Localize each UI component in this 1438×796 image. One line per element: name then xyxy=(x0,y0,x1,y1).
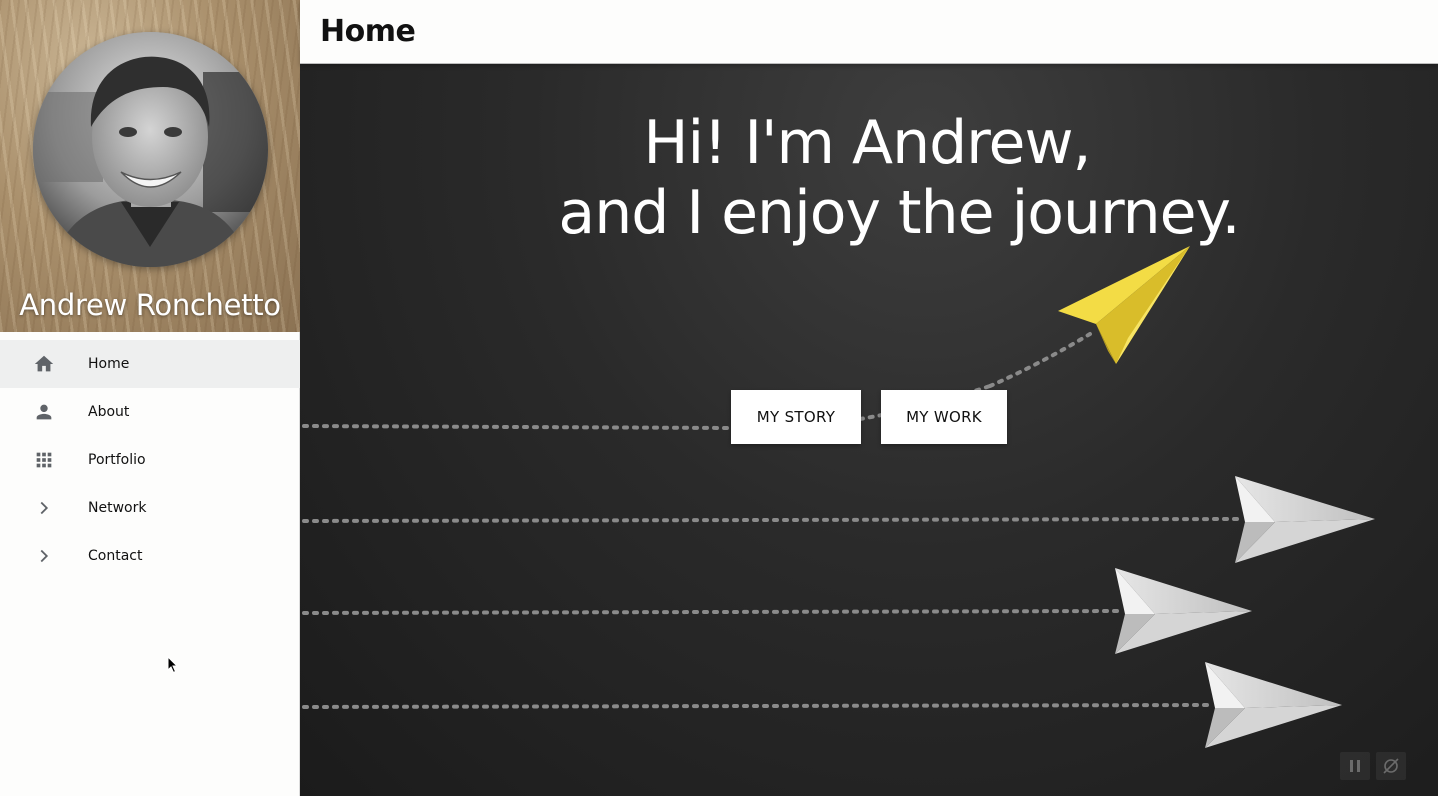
mouse-cursor-icon xyxy=(167,656,179,674)
reduce-motion-button[interactable] xyxy=(1376,752,1406,780)
sidebar-item-contact[interactable]: Contact xyxy=(0,532,300,580)
sidebar-item-about[interactable]: About xyxy=(0,388,300,436)
chevron-right-icon xyxy=(0,545,88,567)
sidebar-item-network[interactable]: Network xyxy=(0,484,300,532)
profile-name: Andrew Ronchetto xyxy=(19,288,281,322)
sidebar-item-label: Home xyxy=(88,356,130,372)
hero-section: Hi! I'm Andrew, and I enjoy the journey.… xyxy=(300,64,1438,796)
sidebar: Andrew Ronchetto Home About Portfolio Ne… xyxy=(0,0,300,796)
profile-photo xyxy=(33,32,268,267)
white-paper-plane-icon xyxy=(1205,662,1342,748)
avatar xyxy=(33,32,268,267)
sidebar-item-label: Network xyxy=(88,500,147,516)
sidebar-item-home[interactable]: Home xyxy=(0,340,300,388)
my-work-button[interactable]: MY WORK xyxy=(881,390,1007,444)
media-controls xyxy=(1340,752,1406,780)
trail-line xyxy=(302,517,1242,523)
home-icon xyxy=(0,353,88,375)
pause-button[interactable] xyxy=(1340,752,1370,780)
hero-headline-line-1: Hi! I'm Andrew, xyxy=(643,108,1091,178)
profile-header: Andrew Ronchetto xyxy=(0,0,300,332)
sidebar-item-portfolio[interactable]: Portfolio xyxy=(0,436,300,484)
trail-line xyxy=(302,609,1122,615)
sidebar-nav: Home About Portfolio Network Contact xyxy=(0,340,300,580)
chevron-right-icon xyxy=(0,497,88,519)
person-icon xyxy=(0,401,88,423)
sidebar-item-label: Contact xyxy=(88,548,143,564)
page-title: Home xyxy=(320,14,416,49)
hero-headline-line-2: and I enjoy the journey. xyxy=(558,178,1240,248)
white-paper-plane-icon xyxy=(1115,568,1252,654)
white-paper-plane-icon xyxy=(1235,476,1375,563)
sidebar-item-label: Portfolio xyxy=(88,452,146,468)
trail-line xyxy=(302,424,732,430)
app-bar: Home xyxy=(300,0,1438,64)
reduce-motion-icon xyxy=(1383,758,1399,774)
grid-icon xyxy=(0,449,88,471)
my-story-button[interactable]: MY STORY xyxy=(731,390,861,444)
pause-icon xyxy=(1350,760,1360,772)
sidebar-item-label: About xyxy=(88,404,130,420)
trail-line xyxy=(302,703,1212,709)
yellow-paper-plane-icon xyxy=(1058,246,1190,364)
